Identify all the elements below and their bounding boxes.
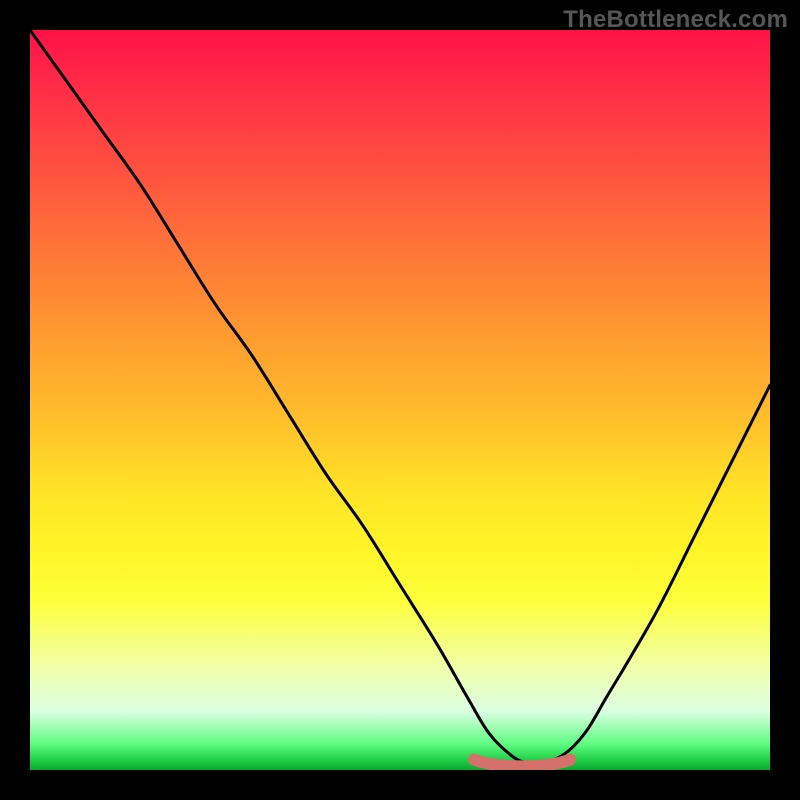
highlight-segment: [474, 760, 570, 767]
watermark-text: TheBottleneck.com: [563, 6, 788, 34]
annotation-layer: [30, 30, 770, 770]
chart-frame: TheBottleneck.com: [0, 0, 800, 800]
plot-area: [30, 30, 770, 770]
